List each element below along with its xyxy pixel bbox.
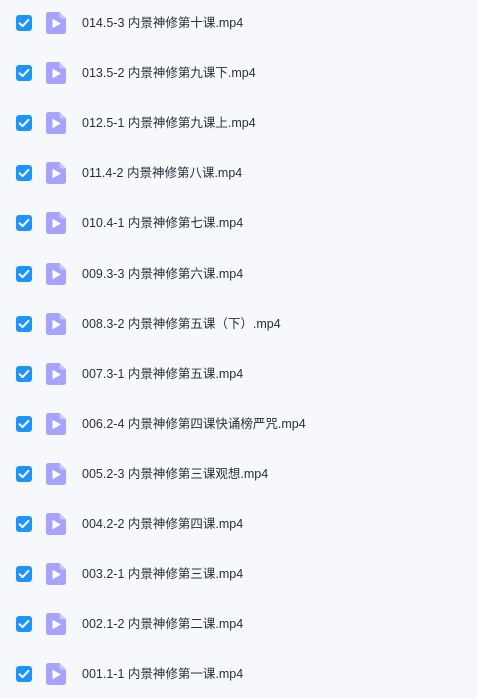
checkmark-icon	[18, 219, 30, 228]
file-select-checkbox[interactable]	[16, 465, 32, 482]
file-row[interactable]: 014.5-3 内景神修第十课.mp4	[0, 0, 478, 48]
video-file-icon	[46, 563, 66, 586]
video-file-icon	[46, 462, 66, 485]
checkmark-icon	[18, 319, 30, 328]
checkmark-icon	[18, 670, 30, 679]
file-row[interactable]: 004.2-2 内景神修第四课.mp4	[0, 499, 478, 549]
checkmark-icon	[18, 569, 30, 579]
file-name[interactable]: 014.5-3 内景神修第十课.mp4	[82, 14, 243, 32]
video-file-icon	[46, 162, 66, 185]
video-file-icon	[46, 513, 66, 535]
checkmark-icon	[18, 269, 30, 278]
file-row[interactable]: 002.1-2 内景神修第二课.mp4	[0, 599, 478, 649]
file-row[interactable]: 005.2-3 内景神修第三课观想.mp4	[0, 449, 478, 499]
file-list: 014.5-3 内景神修第十课.mp4 013.5-2 内景神修第九课下.mp4 0…	[0, 0, 478, 694]
file-name[interactable]: 009.3-3 内景神修第六课.mp4	[82, 265, 243, 283]
file-row[interactable]: 006.2-4 内景神修第四课快诵榜严咒.mp4	[0, 399, 478, 449]
file-select-checkbox[interactable]	[16, 315, 32, 332]
file-name[interactable]: 008.3-2 内景神修第五课（下）.mp4	[82, 315, 281, 333]
checkmark-icon	[18, 119, 30, 128]
file-row[interactable]: 007.3-1 内景神修第五课.mp4	[0, 349, 478, 399]
checkmark-icon	[18, 369, 30, 378]
file-row[interactable]: 011.4-2 内景神修第八课.mp4	[0, 148, 478, 198]
checkmark-icon	[18, 620, 30, 629]
file-name[interactable]: 001.1-1 内景神修第一课.mp4	[82, 665, 243, 683]
file-row[interactable]: 003.2-1 内景神修第三课.mp4	[0, 549, 478, 599]
file-select-checkbox[interactable]	[16, 415, 32, 432]
file-select-checkbox[interactable]	[16, 15, 32, 31]
file-row[interactable]: 008.3-2 内景神修第五课（下）.mp4	[0, 299, 478, 349]
checkmark-icon	[18, 68, 30, 78]
file-name[interactable]: 004.2-2 内景神修第四课.mp4	[82, 515, 243, 533]
video-file-icon	[46, 312, 66, 335]
file-name[interactable]: 012.5-1 内景神修第九课上.mp4	[82, 114, 256, 132]
video-file-icon	[46, 12, 66, 34]
file-row[interactable]: 009.3-3 内景神修第六课.mp4	[0, 249, 478, 299]
file-select-checkbox[interactable]	[16, 616, 32, 633]
file-select-checkbox[interactable]	[16, 215, 32, 232]
file-select-checkbox[interactable]	[16, 516, 32, 532]
checkmark-icon	[18, 169, 30, 178]
checkmark-icon	[18, 519, 30, 529]
checkmark-icon	[18, 419, 30, 428]
video-file-icon	[46, 262, 66, 285]
file-select-checkbox[interactable]	[16, 566, 32, 583]
video-file-icon	[46, 362, 66, 385]
file-name[interactable]: 013.5-2 内景神修第九课下.mp4	[82, 64, 256, 82]
file-row[interactable]: 012.5-1 内景神修第九课上.mp4	[0, 98, 478, 148]
file-select-checkbox[interactable]	[16, 666, 32, 683]
file-name[interactable]: 010.4-1 内景神修第七课.mp4	[82, 214, 243, 232]
file-select-checkbox[interactable]	[16, 265, 32, 282]
checkmark-icon	[18, 18, 30, 28]
file-select-checkbox[interactable]	[16, 365, 32, 382]
video-file-icon	[46, 212, 66, 235]
file-row[interactable]: 010.4-1 内景神修第七课.mp4	[0, 198, 478, 248]
file-select-checkbox[interactable]	[16, 65, 32, 82]
video-file-icon	[46, 663, 66, 686]
file-select-checkbox[interactable]	[16, 165, 32, 182]
file-name[interactable]: 003.2-1 内景神修第三课.mp4	[82, 565, 243, 583]
file-name[interactable]: 005.2-3 内景神修第三课观想.mp4	[82, 465, 268, 483]
video-file-icon	[46, 62, 66, 85]
video-file-icon	[46, 412, 66, 435]
file-row[interactable]: 001.1-1 内景神修第一课.mp4	[0, 649, 478, 699]
file-name[interactable]: 011.4-2 内景神修第八课.mp4	[82, 164, 242, 182]
video-file-icon	[46, 613, 66, 636]
checkmark-icon	[18, 469, 30, 478]
file-select-checkbox[interactable]	[16, 115, 32, 132]
file-name[interactable]: 007.3-1 内景神修第五课.mp4	[82, 365, 243, 383]
file-name[interactable]: 006.2-4 内景神修第四课快诵榜严咒.mp4	[82, 415, 306, 433]
video-file-icon	[46, 112, 66, 135]
file-name[interactable]: 002.1-2 内景神修第二课.mp4	[82, 615, 243, 633]
file-row[interactable]: 013.5-2 内景神修第九课下.mp4	[0, 48, 478, 98]
